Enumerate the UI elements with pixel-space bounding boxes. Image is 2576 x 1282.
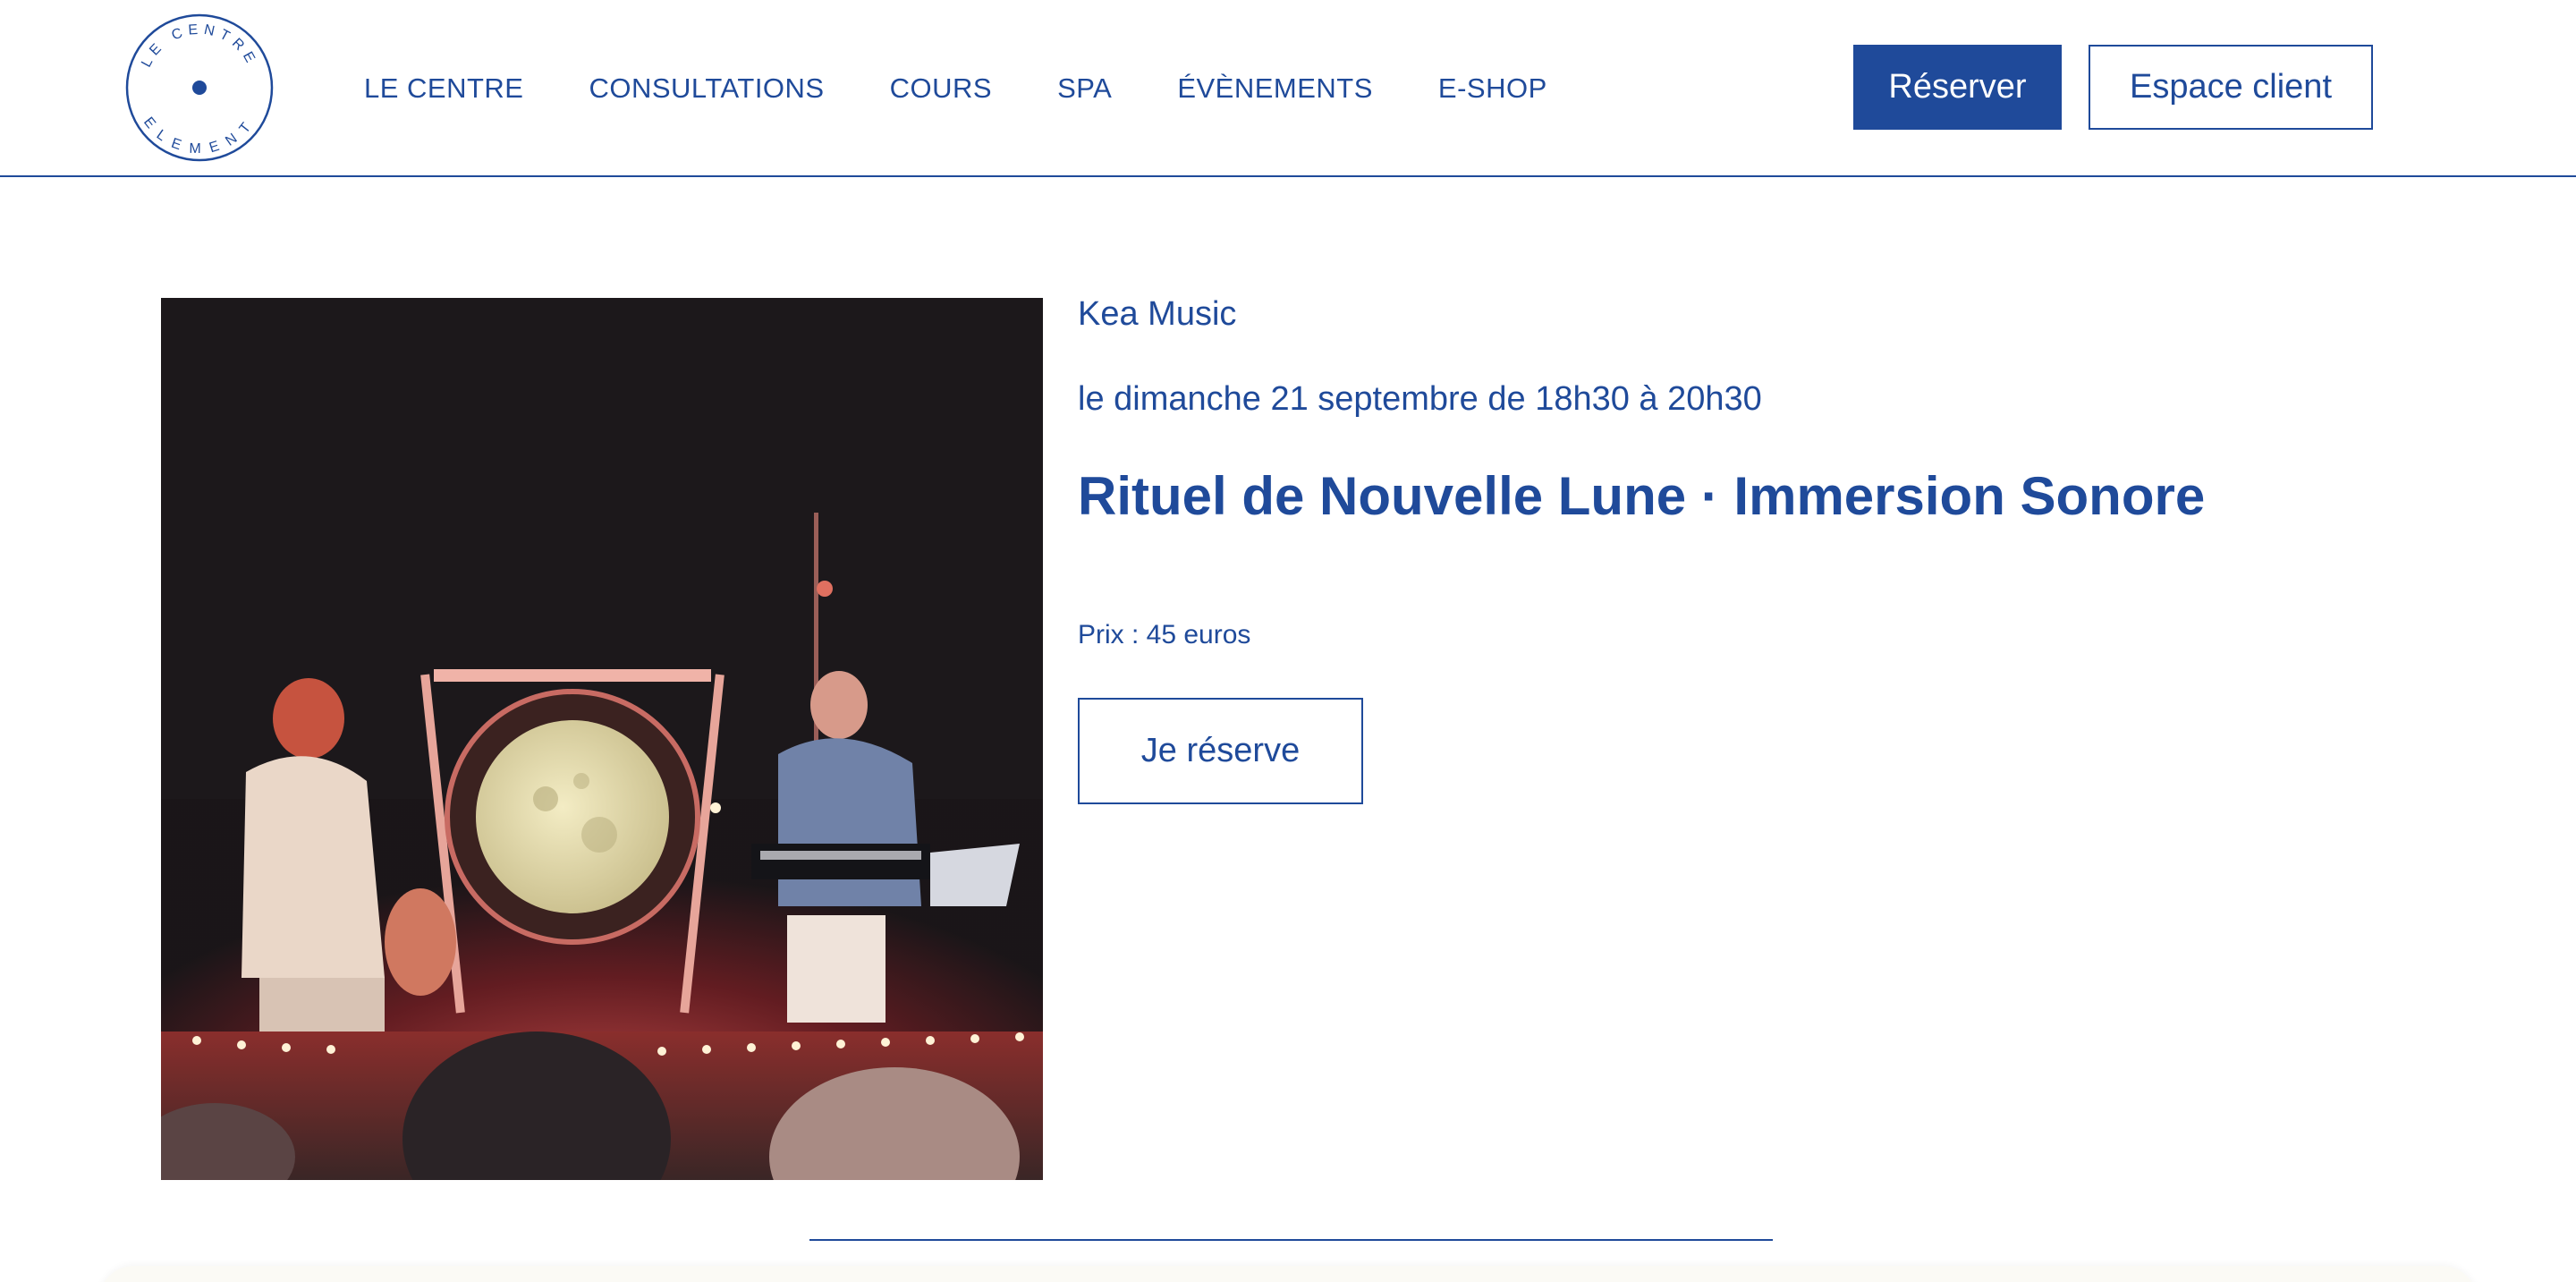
book-event-button[interactable]: Je réserve bbox=[1078, 698, 1363, 804]
nav-item-consultations[interactable]: CONSULTATIONS bbox=[589, 72, 824, 105]
event-title: Rituel de Nouvelle Lune · Immersion Sono… bbox=[1078, 466, 2206, 526]
nav-item-evenements[interactable]: ÉVÈNEMENTS bbox=[1177, 72, 1373, 105]
section-divider bbox=[809, 1239, 1773, 1241]
event-organizer: Kea Music bbox=[1078, 295, 1237, 333]
event-photo bbox=[161, 298, 1043, 1180]
event-price: Prix : 45 euros bbox=[1078, 620, 1251, 649]
nav-item-cours[interactable]: COURS bbox=[890, 72, 992, 105]
logo-icon[interactable]: LE CENTRE ELEMENT bbox=[125, 13, 274, 162]
nav-item-spa[interactable]: SPA bbox=[1057, 72, 1112, 105]
svg-text:ELEMENT: ELEMENT bbox=[140, 115, 259, 157]
event-date: le dimanche 21 septembre de 18h30 à 20h3… bbox=[1078, 380, 1762, 418]
client-space-button[interactable]: Espace client bbox=[2089, 45, 2373, 130]
site-header: LE CENTRE ELEMENT LE CENTRE CONSULTATION… bbox=[0, 0, 2576, 177]
logo-text-bottom: ELEMENT bbox=[140, 115, 252, 157]
reserve-button[interactable]: Réserver bbox=[1853, 45, 2062, 130]
next-section-card bbox=[98, 1266, 2478, 1282]
nav-item-le-centre[interactable]: LE CENTRE bbox=[364, 72, 523, 105]
nav-item-e-shop[interactable]: E-SHOP bbox=[1438, 72, 1547, 105]
main-nav: LE CENTRE CONSULTATIONS COURS SPA ÉVÈNEM… bbox=[364, 70, 1613, 107]
